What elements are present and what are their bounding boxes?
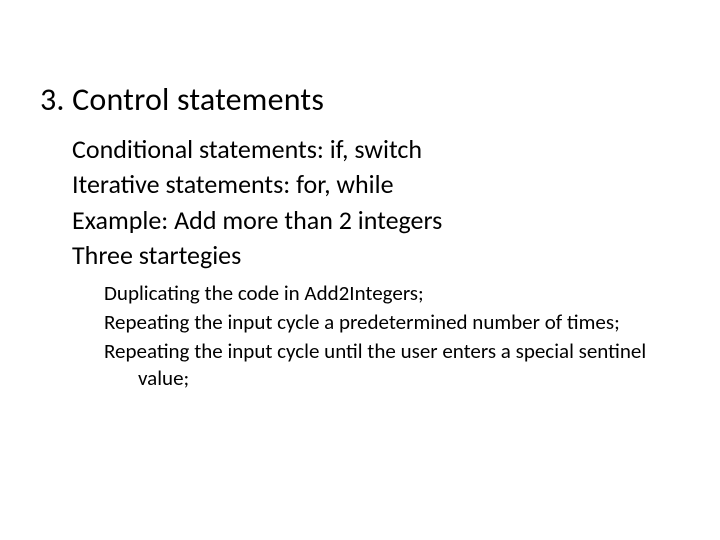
level1-line: Conditional statements: if, switch	[72, 133, 680, 166]
level2-line: Repeating the input cycle a predetermine…	[104, 309, 680, 336]
level1-line: Three startegies	[72, 239, 680, 272]
slide: 3. Control statements Conditional statem…	[0, 0, 720, 540]
level2-line: Repeating the input cycle until the user…	[104, 338, 680, 392]
level1-line: Example: Add more than 2 integers	[72, 204, 680, 237]
level1-line: Iterative statements: for, while	[72, 168, 680, 201]
level2-block: Duplicating the code in Add2Integers; Re…	[104, 280, 680, 392]
section-heading: 3. Control statements	[40, 80, 680, 119]
level2-line: Duplicating the code in Add2Integers;	[104, 280, 680, 307]
level1-block: Conditional statements: if, switch Itera…	[72, 133, 680, 272]
